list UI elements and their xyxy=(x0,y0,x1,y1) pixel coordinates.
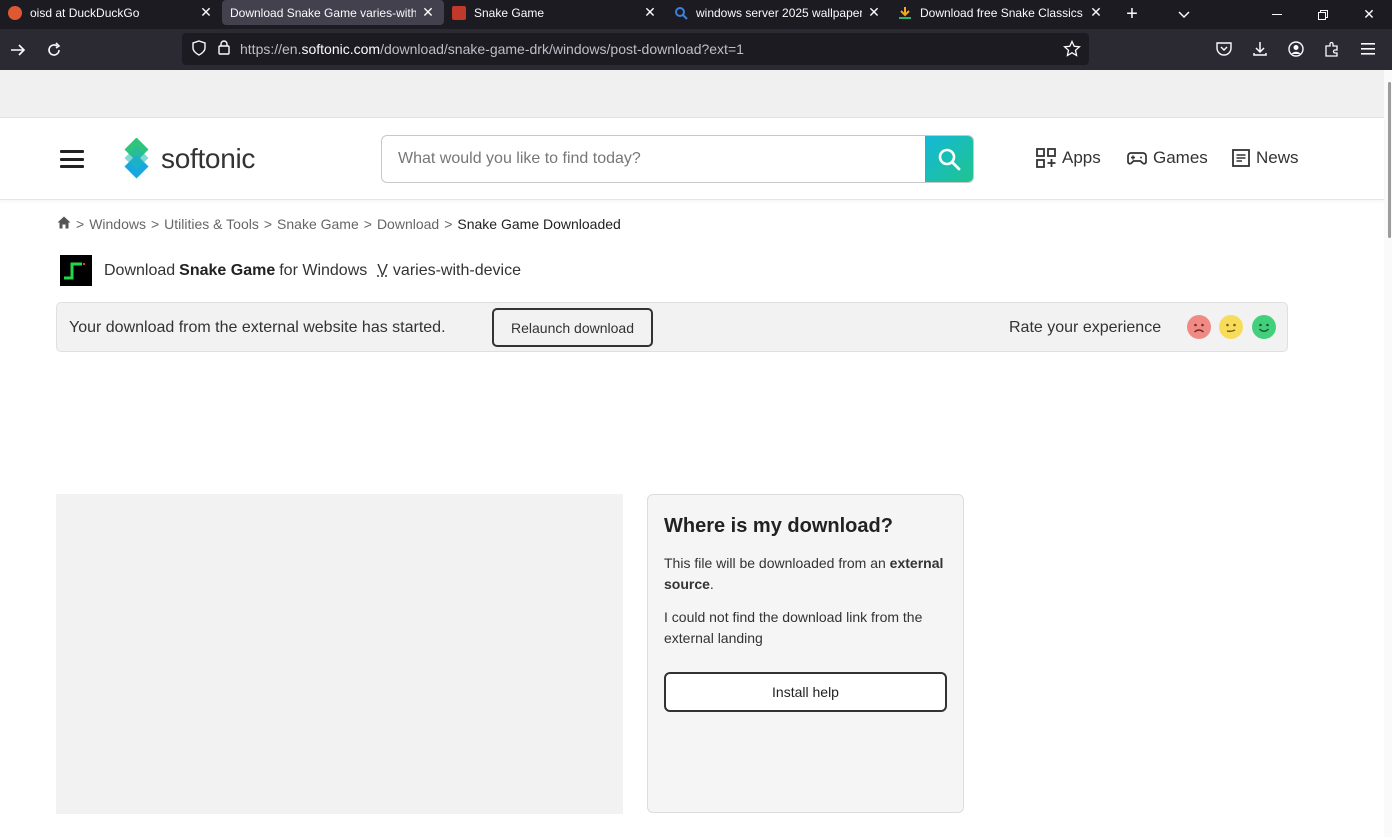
snake-game-app-icon xyxy=(60,255,92,286)
browser-tab-bar: oisd at DuckDuckGo ✕ Download Snake Game… xyxy=(0,0,1392,29)
download-prefix: Download xyxy=(104,261,176,279)
close-icon[interactable]: ✕ xyxy=(420,4,436,21)
breadcrumb-separator: > xyxy=(363,216,372,232)
top-ad-strip xyxy=(0,70,1384,118)
where-is-download-card: Where is my download? This file will be … xyxy=(647,494,964,813)
help-text-no-link: I could not find the download link from … xyxy=(664,609,923,646)
tab-wallpaper-search[interactable]: windows server 2025 wallpaper ✕ xyxy=(666,0,890,25)
reload-icon[interactable] xyxy=(36,34,72,66)
apps-grid-icon xyxy=(1036,148,1056,168)
breadcrumb: > Windows > Utilities & Tools > Snake Ga… xyxy=(57,216,621,232)
tab-title: oisd at DuckDuckGo xyxy=(30,5,140,20)
forward-icon[interactable] xyxy=(0,34,36,66)
account-icon[interactable] xyxy=(1278,33,1314,65)
breadcrumb-separator: > xyxy=(150,216,160,232)
nav-games[interactable]: Games xyxy=(1127,148,1208,168)
pocket-icon[interactable] xyxy=(1206,33,1242,65)
gamepad-icon xyxy=(1127,152,1147,165)
window-close-icon[interactable]: ✕ xyxy=(1346,0,1392,29)
version-label: V xyxy=(377,261,388,279)
breadcrumb-utilities-tools[interactable]: Utilities & Tools xyxy=(164,216,259,232)
restore-icon[interactable] xyxy=(1300,0,1346,29)
download-title: Download Snake Game for Windows V varies… xyxy=(60,255,521,286)
breadcrumb-separator: > xyxy=(263,216,273,232)
tab-title: windows server 2025 wallpaper xyxy=(696,5,862,20)
extensions-icon[interactable] xyxy=(1314,33,1350,65)
search-button[interactable] xyxy=(925,136,973,182)
hamburger-menu-icon[interactable] xyxy=(60,150,84,168)
happy-face-icon[interactable] xyxy=(1252,315,1276,339)
search-icon xyxy=(938,148,961,171)
snake-game-icon xyxy=(452,5,466,20)
search-input[interactable] xyxy=(382,136,926,182)
tab-snake-download-active[interactable]: Download Snake Game varies-with- ✕ xyxy=(222,0,444,25)
url-text[interactable]: https://en.softonic.com/download/snake-g… xyxy=(240,41,744,57)
nav-games-label: Games xyxy=(1153,148,1208,167)
home-icon[interactable] xyxy=(57,216,71,232)
nav-apps[interactable]: Apps xyxy=(1036,148,1101,168)
logo-text: softonic xyxy=(161,143,256,174)
site-header: softonic Apps Games News xyxy=(0,118,1384,200)
tab-title: Download Snake Game varies-with- xyxy=(230,5,416,20)
tab-title: Snake Game xyxy=(474,5,545,20)
news-icon xyxy=(1232,149,1250,167)
neutral-face-icon[interactable] xyxy=(1219,315,1243,339)
close-icon[interactable]: ✕ xyxy=(642,4,658,21)
rate-experience-label: Rate your experience xyxy=(1009,319,1162,336)
sad-face-icon[interactable] xyxy=(1187,315,1211,339)
breadcrumb-download[interactable]: Download xyxy=(377,216,439,232)
relaunch-download-button[interactable]: Relaunch download xyxy=(492,308,653,347)
nav-news[interactable]: News xyxy=(1232,148,1299,168)
close-icon[interactable]: ✕ xyxy=(198,4,214,21)
breadcrumb-separator: > xyxy=(444,216,453,232)
nav-news-label: News xyxy=(1256,148,1299,167)
softonic-logo-icon xyxy=(124,138,149,179)
download-arrow-icon xyxy=(898,6,912,20)
help-title: Where is my download? xyxy=(664,515,893,537)
app-menu-icon[interactable] xyxy=(1350,33,1386,65)
search-icon xyxy=(674,6,688,20)
close-icon[interactable]: ✕ xyxy=(1088,4,1104,21)
new-tab-button[interactable]: + xyxy=(1112,0,1152,29)
downloads-icon[interactable] xyxy=(1242,33,1278,65)
list-all-tabs-icon[interactable] xyxy=(1152,0,1216,29)
breadcrumb-separator: > xyxy=(76,216,85,232)
address-bar[interactable]: https://en.softonic.com/download/snake-g… xyxy=(182,33,1089,65)
help-text-external-source: This file will be downloaded from an ext… xyxy=(664,555,944,592)
bookmark-star-icon[interactable] xyxy=(1063,39,1081,61)
minimize-icon[interactable] xyxy=(1254,0,1300,29)
app-name: Snake Game xyxy=(179,261,276,279)
download-started-message: Your download from the external website … xyxy=(69,319,446,336)
tab-duckduckgo[interactable]: oisd at DuckDuckGo ✕ xyxy=(0,0,222,25)
breadcrumb-snake-game[interactable]: Snake Game xyxy=(277,216,359,232)
breadcrumb-windows[interactable]: Windows xyxy=(89,216,146,232)
download-started-banner: Your download from the external website … xyxy=(56,302,1288,352)
install-help-button[interactable]: Install help xyxy=(664,672,947,712)
search-box xyxy=(381,135,974,183)
softonic-logo[interactable]: softonic xyxy=(119,138,255,180)
lock-icon[interactable] xyxy=(218,40,230,58)
tab-snake-classics[interactable]: Download free Snake Classics & ✕ xyxy=(890,0,1112,25)
breadcrumb-current: Snake Game Downloaded xyxy=(457,216,621,232)
duckduckgo-icon xyxy=(8,5,22,20)
download-suffix: for Windows xyxy=(279,261,368,279)
scrollbar-thumb[interactable] xyxy=(1388,82,1391,238)
ad-placeholder xyxy=(56,494,623,814)
version-value: varies-with-device xyxy=(392,261,521,279)
tracking-shield-icon[interactable] xyxy=(192,39,206,59)
close-icon[interactable]: ✕ xyxy=(866,4,882,21)
tab-snake-game[interactable]: Snake Game ✕ xyxy=(444,0,666,25)
browser-nav-bar: https://en.softonic.com/download/snake-g… xyxy=(0,29,1392,70)
nav-apps-label: Apps xyxy=(1062,148,1101,167)
tab-title: Download free Snake Classics & xyxy=(920,5,1084,20)
